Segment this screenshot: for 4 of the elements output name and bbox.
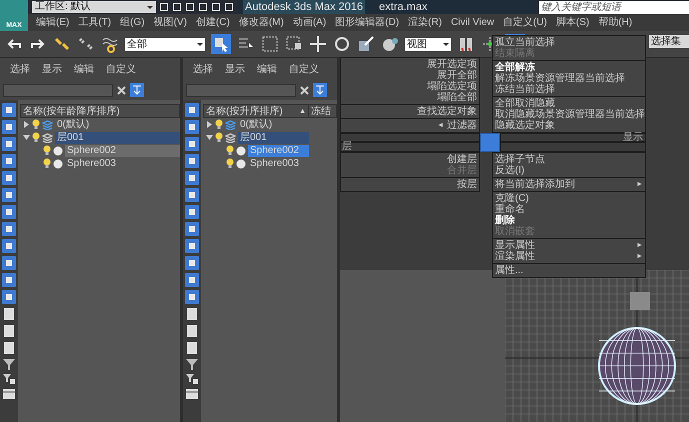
window-title: Autodesk 3ds Max 2016 — [243, 0, 366, 14]
quad-label: 显示 — [623, 134, 643, 142]
file-name: extra.max — [379, 0, 428, 14]
quad-label: 层 — [342, 143, 352, 151]
